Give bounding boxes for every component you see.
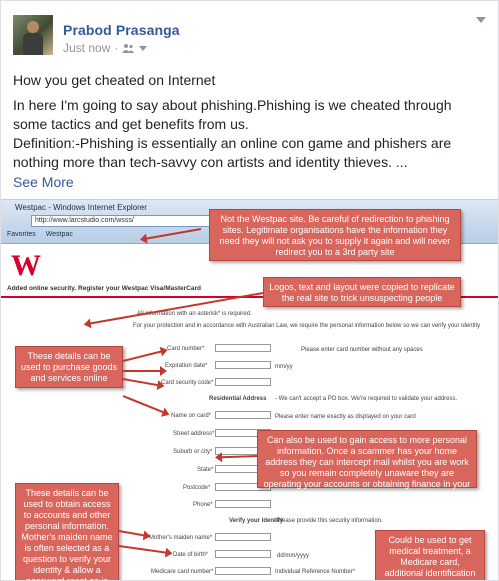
medicare-input xyxy=(215,567,271,575)
phone-input xyxy=(215,500,271,508)
field-hint: dd/mm/yyyy xyxy=(277,553,310,559)
cvc-input xyxy=(215,378,271,386)
post-paragraph: In here I'm going to say about phishing.… xyxy=(13,97,452,132)
field-label: Street address* xyxy=(173,431,215,437)
dob-input xyxy=(215,550,271,558)
field-hint: Please enter card number without any spa… xyxy=(301,347,423,353)
maiden-name-input xyxy=(215,533,271,541)
field-label: Phone* xyxy=(193,502,213,508)
field-hint: mm/yy xyxy=(275,364,293,370)
field-hint: Please enter name exactly as displayed o… xyxy=(275,414,416,420)
callout-medicare: Could be used to get medical treatment, … xyxy=(375,530,485,580)
post-menu-chevron-down-icon[interactable] xyxy=(476,17,486,23)
arrow xyxy=(118,545,171,555)
callout-copied-logos: Logos, text and layout were copied to re… xyxy=(263,277,461,307)
section-heading: Residential Address xyxy=(209,396,267,402)
site-tab: Westpac xyxy=(45,231,73,238)
westpac-logo: W xyxy=(11,249,41,282)
arrow xyxy=(122,349,166,362)
field-label: Card number* xyxy=(167,346,205,352)
callout-account-access: These details can be used to obtain acce… xyxy=(15,483,119,580)
field-label: State* xyxy=(197,467,214,473)
see-more-link[interactable]: See More xyxy=(13,174,74,190)
post-body: In here I'm going to say about phishing.… xyxy=(13,96,489,172)
author-name[interactable]: Prabod Prasanga xyxy=(63,22,180,38)
address-bar: http://www.larcstudio.com/wsss/ xyxy=(31,215,221,227)
section-note: - We can't accept a PO box. We're requir… xyxy=(275,396,458,402)
post-title: How you get cheated on Internet xyxy=(13,72,216,88)
field-label: Name on card* xyxy=(171,413,212,419)
name-input xyxy=(215,411,271,419)
arrow xyxy=(216,455,258,459)
callout-personal-info: Can also be used to gain access to more … xyxy=(257,430,477,500)
chevron-down-icon[interactable] xyxy=(139,45,148,51)
favorites-tab: Favorites xyxy=(7,231,36,238)
browser-tabs: Favorites Westpac xyxy=(7,231,73,238)
field-label: Mother's maiden name* xyxy=(149,535,213,541)
feed-post: Prabod Prasanga Just now · How you get c… xyxy=(0,0,499,581)
arrow xyxy=(122,378,163,387)
arrow xyxy=(123,366,167,376)
expiry-input xyxy=(215,361,271,369)
people-icon[interactable] xyxy=(122,43,135,53)
arrow xyxy=(118,530,149,538)
form-intro: For your protection and in accordance wi… xyxy=(133,323,481,329)
post-time[interactable]: Just now xyxy=(63,41,110,55)
attached-image[interactable]: Westpac - Windows Internet Explorer http… xyxy=(1,199,498,580)
field-hint: Individual Reference Number* xyxy=(275,569,356,575)
field-label: Card security code* xyxy=(161,380,214,386)
post-meta: Just now · xyxy=(63,41,148,55)
callout-purchase-goods: These details can be used to purchase go… xyxy=(15,346,123,388)
post-paragraph: Definition:-Phishing is essentially an o… xyxy=(13,135,452,170)
field-label: Medicare card number* xyxy=(151,569,214,575)
field-label: Suburb or city* xyxy=(173,449,213,455)
card-number-input xyxy=(215,344,271,352)
field-label: Expiration date* xyxy=(165,363,208,369)
arrow xyxy=(122,395,168,415)
avatar[interactable] xyxy=(13,15,53,55)
field-label: Date of birth* xyxy=(173,552,209,558)
callout-fake-site: Not the Westpac site. Be careful of redi… xyxy=(209,209,461,261)
field-label: Postcode* xyxy=(183,485,211,491)
section-note: - Please provide this security informati… xyxy=(273,518,383,524)
window-title: Westpac - Windows Internet Explorer xyxy=(15,203,147,212)
